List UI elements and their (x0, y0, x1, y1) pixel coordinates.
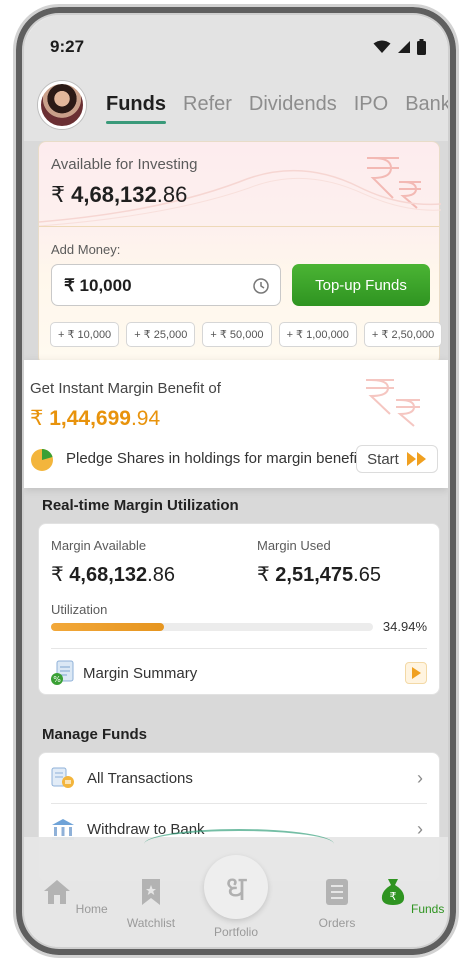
utilization-progress-bar (51, 623, 373, 631)
utilization-value: 34.94% (382, 619, 427, 634)
all-transactions-row[interactable]: All Transactions › (39, 753, 439, 803)
available-funds-card: Available for Investing ₹ 4,68,132.86 Ad… (38, 141, 443, 365)
money-bag-icon: ₹ (381, 879, 404, 905)
margin-used-main: 2,51,475 (275, 564, 354, 586)
margin-available-label: Margin Available (51, 538, 147, 553)
tab-banks[interactable]: Banks (405, 93, 448, 116)
svg-text:%: % (53, 675, 61, 684)
document-percent-icon: % (51, 660, 74, 685)
wifi-icon (373, 40, 391, 53)
orders-icon (326, 879, 348, 905)
signal-icon (398, 41, 410, 53)
chip-100000[interactable]: + ₹ 1,00,000 (278, 322, 357, 347)
header-tabs-bar: Funds Refer Dividends IPO Banks (24, 71, 448, 141)
nav-watchlist[interactable]: Watchlist (116, 877, 186, 930)
svg-text:₹: ₹ (389, 890, 396, 903)
available-label: Available for Investing (51, 156, 198, 173)
tab-funds[interactable]: Funds (106, 93, 166, 124)
margin-used-decimal: .65 (353, 564, 381, 586)
nav-orders-label: Orders (318, 916, 356, 930)
play-icon (412, 667, 421, 679)
currency-symbol: ₹ (51, 564, 64, 586)
banner-amount-decimal: .94 (130, 407, 161, 430)
nav-portfolio-button[interactable]: ध (204, 855, 268, 919)
bookmark-icon (142, 879, 160, 905)
utilization-label: Utilization (51, 602, 108, 617)
currency-symbol: ₹ (30, 407, 44, 430)
utilization-progress-fill (51, 623, 164, 631)
quick-amount-chips: + ₹ 10,000 + ₹ 25,000 + ₹ 50,000 + ₹ 1,0… (50, 322, 443, 347)
pie-chart-icon (31, 449, 53, 471)
margin-available-amount: ₹ 4,68,132.86 (51, 562, 175, 587)
add-money-input[interactable]: ₹ 10,000 (51, 264, 281, 306)
margin-available-main: 4,68,132 (69, 564, 148, 586)
battery-icon (417, 39, 426, 55)
bottom-navigation: Home Watchlist ध Portfolio Orders ₹ Fund… (24, 829, 448, 947)
rupee-watermark-icon (366, 379, 420, 427)
currency-symbol: ₹ (51, 182, 65, 207)
currency-symbol: ₹ (257, 564, 270, 586)
add-money-value: ₹ 10,000 (64, 276, 132, 295)
nav-home-label: Home (75, 902, 108, 916)
chevron-right-icon: › (417, 767, 423, 788)
double-play-icon (406, 452, 426, 466)
banner-amount: ₹ 1,44,699.94 (30, 406, 160, 431)
history-icon[interactable] (252, 277, 270, 295)
nav-orders[interactable]: Orders (302, 877, 372, 930)
transactions-icon (51, 767, 74, 788)
chip-25000[interactable]: + ₹ 25,000 (126, 322, 196, 347)
tab-ipo[interactable]: IPO (354, 93, 388, 116)
available-amount-decimal: .86 (156, 182, 188, 207)
add-money-label: Add Money: (51, 242, 121, 257)
pledge-start-button[interactable]: Start (356, 445, 438, 473)
all-transactions-label: All Transactions (87, 769, 193, 787)
divider-line (51, 648, 427, 649)
portfolio-icon: ध (225, 869, 247, 909)
chip-10000[interactable]: + ₹ 10,000 (50, 322, 120, 347)
topup-funds-button[interactable]: Top-up Funds (292, 264, 430, 306)
chip-250000[interactable]: + ₹ 2,50,000 (363, 322, 443, 347)
tab-list: Funds Refer Dividends IPO Banks (106, 93, 448, 124)
status-icons (373, 39, 426, 55)
margin-available-decimal: .86 (147, 564, 175, 586)
status-time: 9:27 (50, 37, 85, 56)
app-screen: 9:27 Funds Refer Dividends IPO Banks (24, 15, 448, 947)
nav-funds[interactable]: ₹ Funds (376, 877, 446, 916)
nav-watchlist-label: Watchlist (126, 916, 176, 930)
banner-amount-main: 1,44,699 (49, 407, 131, 430)
margin-summary-play-button[interactable] (405, 662, 427, 684)
tab-refer[interactable]: Refer (183, 93, 232, 116)
margin-summary-label[interactable]: Margin Summary (83, 665, 197, 682)
banner-title: Get Instant Margin Benefit of (30, 380, 221, 397)
nav-portfolio[interactable]: Portfolio (201, 925, 271, 939)
chip-50000[interactable]: + ₹ 50,000 (202, 322, 272, 347)
margin-used-amount: ₹ 2,51,475.65 (257, 562, 381, 587)
profile-avatar[interactable] (38, 81, 86, 129)
available-amount-main: 4,68,132 (71, 182, 157, 207)
margin-section-title: Real-time Margin Utilization (42, 497, 239, 514)
start-button-label: Start (367, 450, 399, 468)
tab-dividends[interactable]: Dividends (249, 93, 337, 116)
phone-frame: 9:27 Funds Refer Dividends IPO Banks (13, 4, 459, 958)
pledge-text: Pledge Shares in holdings for margin ben… (66, 450, 373, 467)
nav-home[interactable]: Home (40, 877, 110, 916)
home-icon (44, 880, 71, 904)
status-bar: 9:27 (24, 15, 448, 71)
divider-line (39, 226, 439, 227)
margin-used-label: Margin Used (257, 538, 331, 553)
manage-funds-title: Manage Funds (42, 726, 148, 743)
margin-utilization-card: Margin Available ₹ 4,68,132.86 Margin Us… (38, 523, 440, 695)
margin-benefit-banner: Get Instant Margin Benefit of ₹ 1,44,699… (24, 360, 448, 488)
available-amount: ₹ 4,68,132.86 (51, 182, 187, 208)
nav-portfolio-label: Portfolio (213, 925, 259, 939)
nav-funds-label: Funds (410, 902, 445, 916)
